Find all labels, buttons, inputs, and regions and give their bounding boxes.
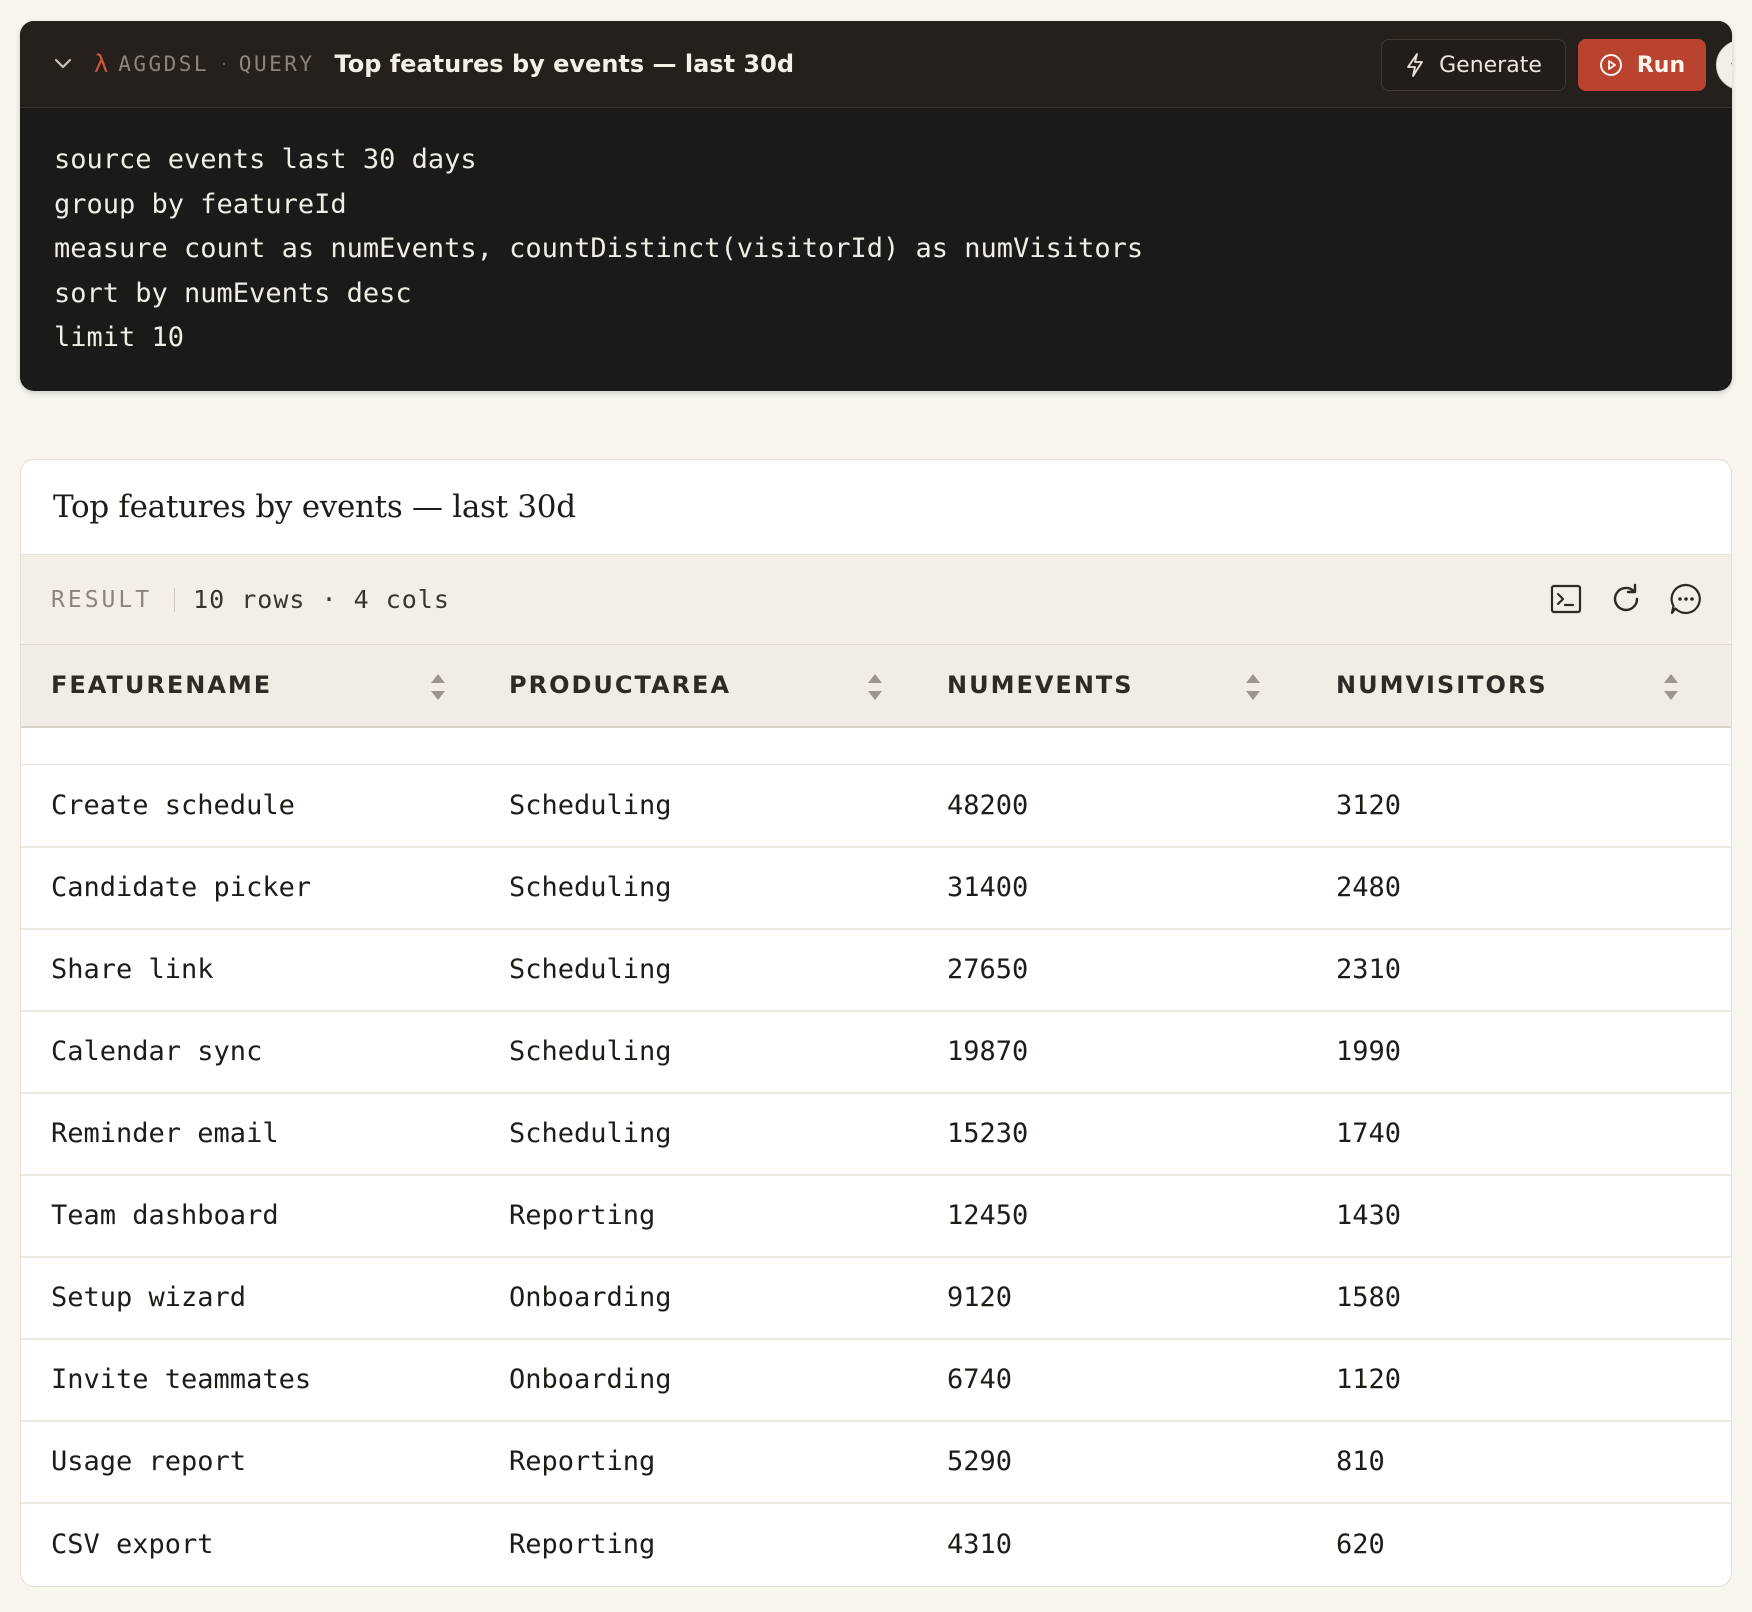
run-label: Run: [1636, 52, 1686, 78]
column-header-label: FEATURENAME: [51, 671, 273, 700]
table-cell: 3120: [1336, 789, 1402, 821]
generate-button[interactable]: Generate: [1381, 39, 1566, 91]
table-cell: Scheduling: [509, 1036, 672, 1067]
table-cell: 48200: [947, 789, 1029, 821]
table-cell: Team dashboard: [51, 1200, 279, 1231]
table-row[interactable]: Create schedule Scheduling 48200 3120: [21, 765, 1731, 847]
column-header[interactable]: FEATURENAME: [21, 645, 479, 727]
column-header[interactable]: PRODUCTAREA: [479, 645, 917, 727]
table-cell: Scheduling: [509, 872, 672, 903]
column-header[interactable]: NUMEVENTS: [917, 645, 1306, 727]
code-line: measure count as numEvents, countDistinc…: [54, 233, 1144, 264]
table-cell: Reporting: [509, 1446, 656, 1477]
table-cell: Invite teammates: [51, 1364, 312, 1395]
table-cell: 1580: [1336, 1282, 1402, 1313]
result-toolbar: RESULT 10 rows · 4 cols: [21, 554, 1731, 644]
column-header-label: PRODUCTAREA: [509, 671, 732, 700]
table-row[interactable]: Share link Scheduling 27650 2310: [21, 929, 1731, 1011]
result-divider: [174, 587, 176, 612]
code-line: source events last 30 days: [54, 144, 477, 175]
lightning-icon: [1407, 53, 1424, 77]
table-cell: 810: [1336, 1446, 1385, 1477]
result-table: FEATURENAME PRODUCTAREA NUMEVENTS NUMVIS…: [21, 644, 1731, 1585]
collapse-chevron-icon[interactable]: [52, 53, 74, 75]
table-row[interactable]: Candidate picker Scheduling 31400 2480: [21, 847, 1731, 929]
table-cell: Usage report: [51, 1446, 247, 1477]
table-spacer-row: [21, 726, 1731, 765]
dropdown-caret-icon: ▾: [1731, 56, 1732, 75]
table-row[interactable]: Setup wizard Onboarding 9120 1580: [21, 1257, 1731, 1339]
table-cell: 5290: [947, 1446, 1013, 1477]
table-cell: 1120: [1336, 1364, 1402, 1395]
table-cell: 1430: [1336, 1200, 1402, 1231]
query-code[interactable]: source events last 30 days group by featu…: [20, 108, 1732, 361]
kicker-separator: ·: [221, 53, 227, 75]
table-cell: Setup wizard: [51, 1282, 247, 1313]
sort-icon[interactable]: [429, 672, 447, 702]
play-circle-icon: [1599, 54, 1622, 76]
table-cell: Reporting: [509, 1200, 656, 1231]
table-cell: Create schedule: [51, 789, 295, 821]
table-cell: 31400: [947, 872, 1029, 903]
generate-label: Generate: [1439, 52, 1542, 78]
table-cell: Scheduling: [509, 954, 672, 985]
result-label: RESULT: [51, 586, 153, 613]
table-cell: 27650: [947, 954, 1029, 985]
code-line: limit 10: [54, 322, 185, 353]
table-cell: CSV export: [51, 1528, 214, 1560]
table-cell: Calendar sync: [51, 1036, 263, 1067]
table-cell: 19870: [947, 1036, 1029, 1067]
table-row[interactable]: Invite teammates Onboarding 6740 1120: [21, 1339, 1731, 1421]
table-body: Create schedule Scheduling 48200 3120 Candi…: [21, 726, 1731, 1585]
table-cell: 6740: [947, 1364, 1013, 1395]
table-header-row: FEATURENAME PRODUCTAREA NUMEVENTS NUMVIS…: [21, 644, 1731, 727]
query-header: λ AGGDSL · QUERY Top features by events …: [20, 21, 1732, 108]
refresh-icon[interactable]: [1609, 581, 1643, 617]
sort-icon[interactable]: [1662, 672, 1680, 702]
table-row[interactable]: Usage report Reporting 5290 810: [21, 1421, 1731, 1503]
table-cell: 1990: [1336, 1036, 1402, 1067]
table-cell: Reporting: [509, 1528, 656, 1560]
code-line: group by featureId: [54, 188, 347, 220]
code-line: sort by numEvents desc: [54, 277, 412, 309]
sort-icon[interactable]: [866, 672, 884, 702]
table-cell: 15230: [947, 1118, 1029, 1149]
result-card: Top features by events — last 30d RESULT…: [20, 459, 1732, 1587]
table-row[interactable]: Team dashboard Reporting 12450 1430: [21, 1175, 1731, 1257]
table-cell: Scheduling: [509, 1118, 672, 1149]
run-button[interactable]: Run: [1578, 39, 1706, 91]
column-header-label: NUMVISITORS: [1336, 671, 1548, 700]
table-cell: 9120: [947, 1282, 1013, 1313]
result-meta: 10 rows · 4 cols: [193, 585, 450, 614]
table-cell: 1740: [1336, 1118, 1402, 1149]
column-header[interactable]: NUMVISITORS: [1306, 645, 1731, 727]
lambda-icon: λ: [94, 50, 109, 78]
query-title[interactable]: Top features by events — last 30d: [335, 50, 794, 78]
table-cell: Onboarding: [509, 1364, 672, 1395]
table-cell: Reminder email: [51, 1118, 279, 1149]
sort-icon[interactable]: [1244, 672, 1262, 702]
column-header-label: NUMEVENTS: [947, 671, 1134, 700]
query-editor: λ AGGDSL · QUERY Top features by events …: [20, 21, 1732, 391]
table-cell: 4310: [947, 1528, 1013, 1560]
table-cell: 2480: [1336, 872, 1402, 903]
table-cell: Share link: [51, 954, 214, 985]
query-language-label: AGGDSL: [118, 52, 210, 76]
terminal-icon[interactable]: [1549, 581, 1583, 617]
run-options-button[interactable]: ▾: [1716, 40, 1732, 90]
query-kind-label: QUERY: [238, 52, 315, 76]
table-row[interactable]: CSV export Reporting 4310 620: [21, 1503, 1731, 1585]
table-cell: Scheduling: [509, 789, 672, 821]
table-cell: 620: [1336, 1528, 1385, 1560]
table-cell: 12450: [947, 1200, 1029, 1231]
table-row[interactable]: Reminder email Scheduling 15230 1740: [21, 1093, 1731, 1175]
table-cell: Candidate picker: [51, 872, 312, 903]
table-cell: Onboarding: [509, 1282, 672, 1313]
comment-icon[interactable]: [1669, 581, 1703, 617]
table-cell: 2310: [1336, 954, 1402, 985]
result-title: Top features by events — last 30d: [53, 489, 576, 525]
table-row[interactable]: Calendar sync Scheduling 19870 1990: [21, 1011, 1731, 1093]
